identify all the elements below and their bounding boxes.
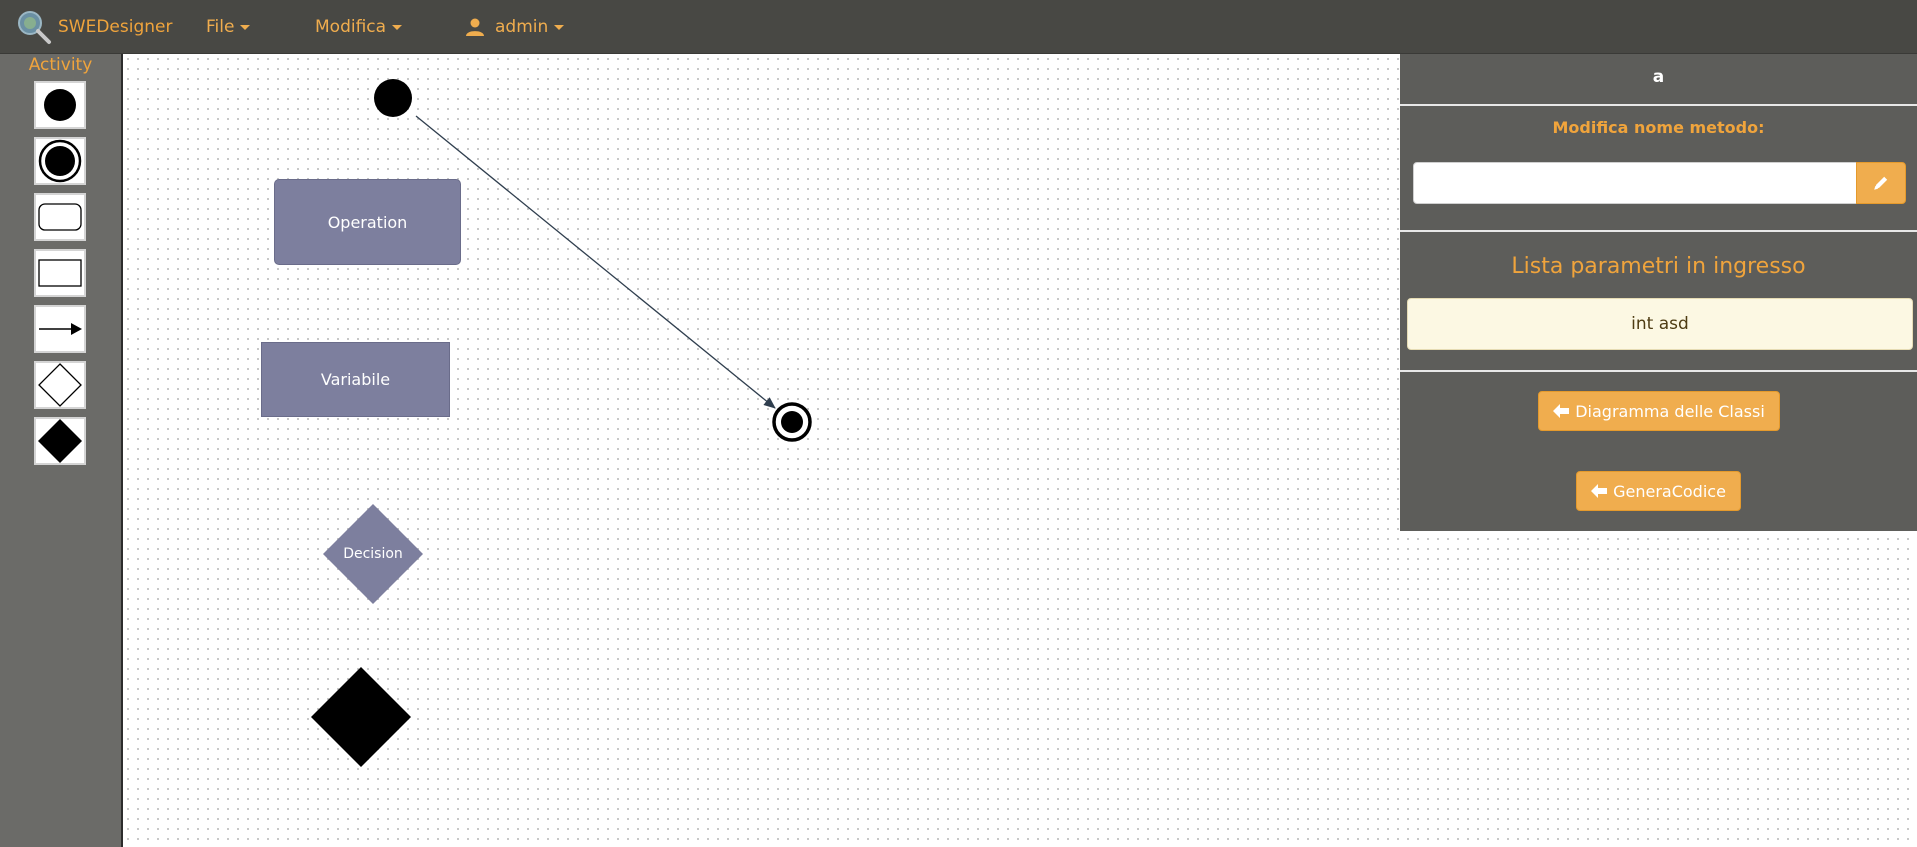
brand-link[interactable]: SWEDesigner — [14, 8, 172, 46]
modifica-menu-label: Modifica — [315, 17, 387, 37]
tool-variable[interactable] — [34, 249, 86, 297]
variable-node[interactable]: Variabile — [261, 342, 450, 417]
tool-final-node[interactable] — [34, 137, 86, 185]
caret-down-icon — [240, 24, 251, 30]
operation-node-label: Operation — [327, 212, 408, 232]
palette-title: Activity — [28, 55, 93, 75]
decision-node[interactable]: Decision — [323, 504, 423, 604]
operation-node[interactable]: Operation — [274, 179, 461, 265]
panel-divider — [1400, 230, 1917, 232]
user-icon — [466, 18, 484, 36]
generate-code-button-label: GeneraCodice — [1613, 481, 1726, 501]
param-list-item[interactable]: int asd — [1407, 298, 1913, 350]
rounded-rect-icon — [38, 203, 82, 231]
params-list-title: Lista parametri in ingresso — [1511, 254, 1806, 279]
hollow-diamond-icon — [38, 363, 82, 407]
filled-circle-icon — [44, 89, 76, 121]
final-node[interactable] — [772, 402, 812, 442]
panel-divider — [1400, 104, 1917, 106]
generate-code-button[interactable]: GeneraCodice — [1576, 471, 1741, 511]
initial-node[interactable] — [374, 79, 412, 117]
tool-operation[interactable] — [34, 193, 86, 241]
caret-down-icon — [392, 24, 403, 30]
class-diagram-button-label: Diagramma delle Classi — [1575, 401, 1765, 421]
merge-node[interactable] — [311, 667, 411, 767]
rename-method-button[interactable] — [1856, 162, 1906, 204]
filled-diamond-icon — [38, 419, 82, 463]
user-menu[interactable]: admin — [465, 0, 565, 54]
top-navbar: SWEDesigner File Modifica admin — [0, 0, 1917, 54]
rect-icon — [38, 259, 82, 287]
panel-divider — [1400, 370, 1917, 372]
variable-node-label: Variabile — [320, 370, 391, 389]
transition-link[interactable] — [415, 115, 776, 409]
brand-name: SWEDesigner — [58, 17, 173, 37]
bullseye-circle-icon — [38, 139, 82, 183]
class-diagram-button[interactable]: Diagramma delle Classi — [1538, 391, 1780, 431]
properties-panel: a Modifica nome metodo: Lista parametri … — [1400, 54, 1917, 531]
method-name-input[interactable] — [1413, 162, 1857, 204]
tool-decision[interactable] — [34, 361, 86, 409]
arrow-right-icon — [39, 323, 82, 335]
file-menu-label: File — [206, 17, 235, 37]
caret-down-icon — [554, 24, 565, 30]
modifica-menu[interactable]: Modifica — [315, 0, 403, 54]
file-menu[interactable]: File — [206, 0, 251, 54]
tool-merge[interactable] — [34, 417, 86, 465]
arrow-left-icon — [1553, 404, 1570, 418]
rename-method-label: Modifica nome metodo: — [1552, 118, 1765, 137]
magnifier-logo-icon — [18, 11, 51, 44]
pencil-icon — [1874, 176, 1888, 190]
activity-palette: Activity — [0, 54, 123, 847]
tool-initial-node[interactable] — [34, 81, 86, 129]
arrow-left-icon — [1591, 484, 1608, 498]
tool-transition[interactable] — [34, 305, 86, 353]
panel-title: a — [1652, 67, 1665, 87]
user-menu-label: admin — [495, 17, 549, 37]
decision-node-label: Decision — [343, 546, 403, 562]
